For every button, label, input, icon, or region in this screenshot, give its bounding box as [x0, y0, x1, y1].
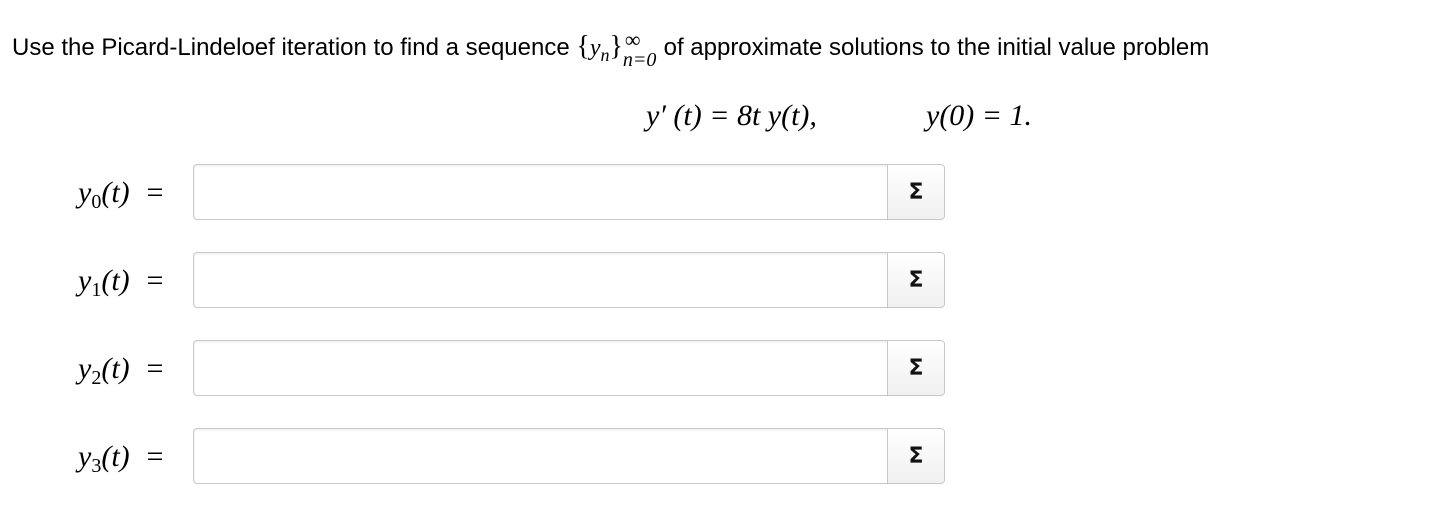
sigma-icon[interactable]: Σ: [887, 165, 944, 219]
sigma-icon[interactable]: Σ: [887, 429, 944, 483]
sequence-brace-open: {: [576, 31, 590, 62]
answer-label-y1: y1(t) =: [78, 264, 165, 301]
sigma-icon[interactable]: Σ: [887, 341, 944, 395]
prompt-text-before: Use the Picard-Lindeloef iteration to fi…: [12, 34, 577, 61]
answer-row-y1: y1(t) = Σ: [0, 252, 1448, 310]
ode-equation: y′ (t) = 8t y(t),: [646, 99, 817, 132]
initial-condition: y(0) = 1.: [926, 99, 1033, 132]
answer-field-y3: Σ: [193, 428, 945, 484]
answer-label-y3: y3(t) =: [78, 440, 165, 477]
answer-input-y0[interactable]: [194, 165, 887, 219]
answer-label-y2: y2(t) =: [78, 352, 165, 389]
answer-field-y2: Σ: [193, 340, 945, 396]
answer-input-y3[interactable]: [194, 429, 887, 483]
answer-input-y1[interactable]: [194, 253, 887, 307]
answer-row-y2: y2(t) = Σ: [0, 340, 1448, 398]
problem-statement: Use the Picard-Lindeloef iteration to fi…: [12, 27, 1210, 73]
sequence-variable: y: [589, 35, 601, 61]
sequence-lower-limit: n=0: [622, 48, 657, 71]
answer-row-y3: y3(t) = Σ: [0, 428, 1448, 486]
sigma-icon[interactable]: Σ: [887, 253, 944, 307]
answer-field-y1: Σ: [193, 252, 945, 308]
answer-input-y2[interactable]: [194, 341, 887, 395]
sequence-limits: ∞ n=0: [623, 27, 657, 71]
answer-field-y0: Σ: [193, 164, 945, 220]
sequence-brace-close: }: [609, 31, 623, 62]
answer-label-y0: y0(t) =: [78, 176, 165, 213]
answer-row-y0: y0(t) = Σ: [0, 164, 1448, 222]
prompt-text-after: of approximate solutions to the initial …: [656, 34, 1210, 61]
